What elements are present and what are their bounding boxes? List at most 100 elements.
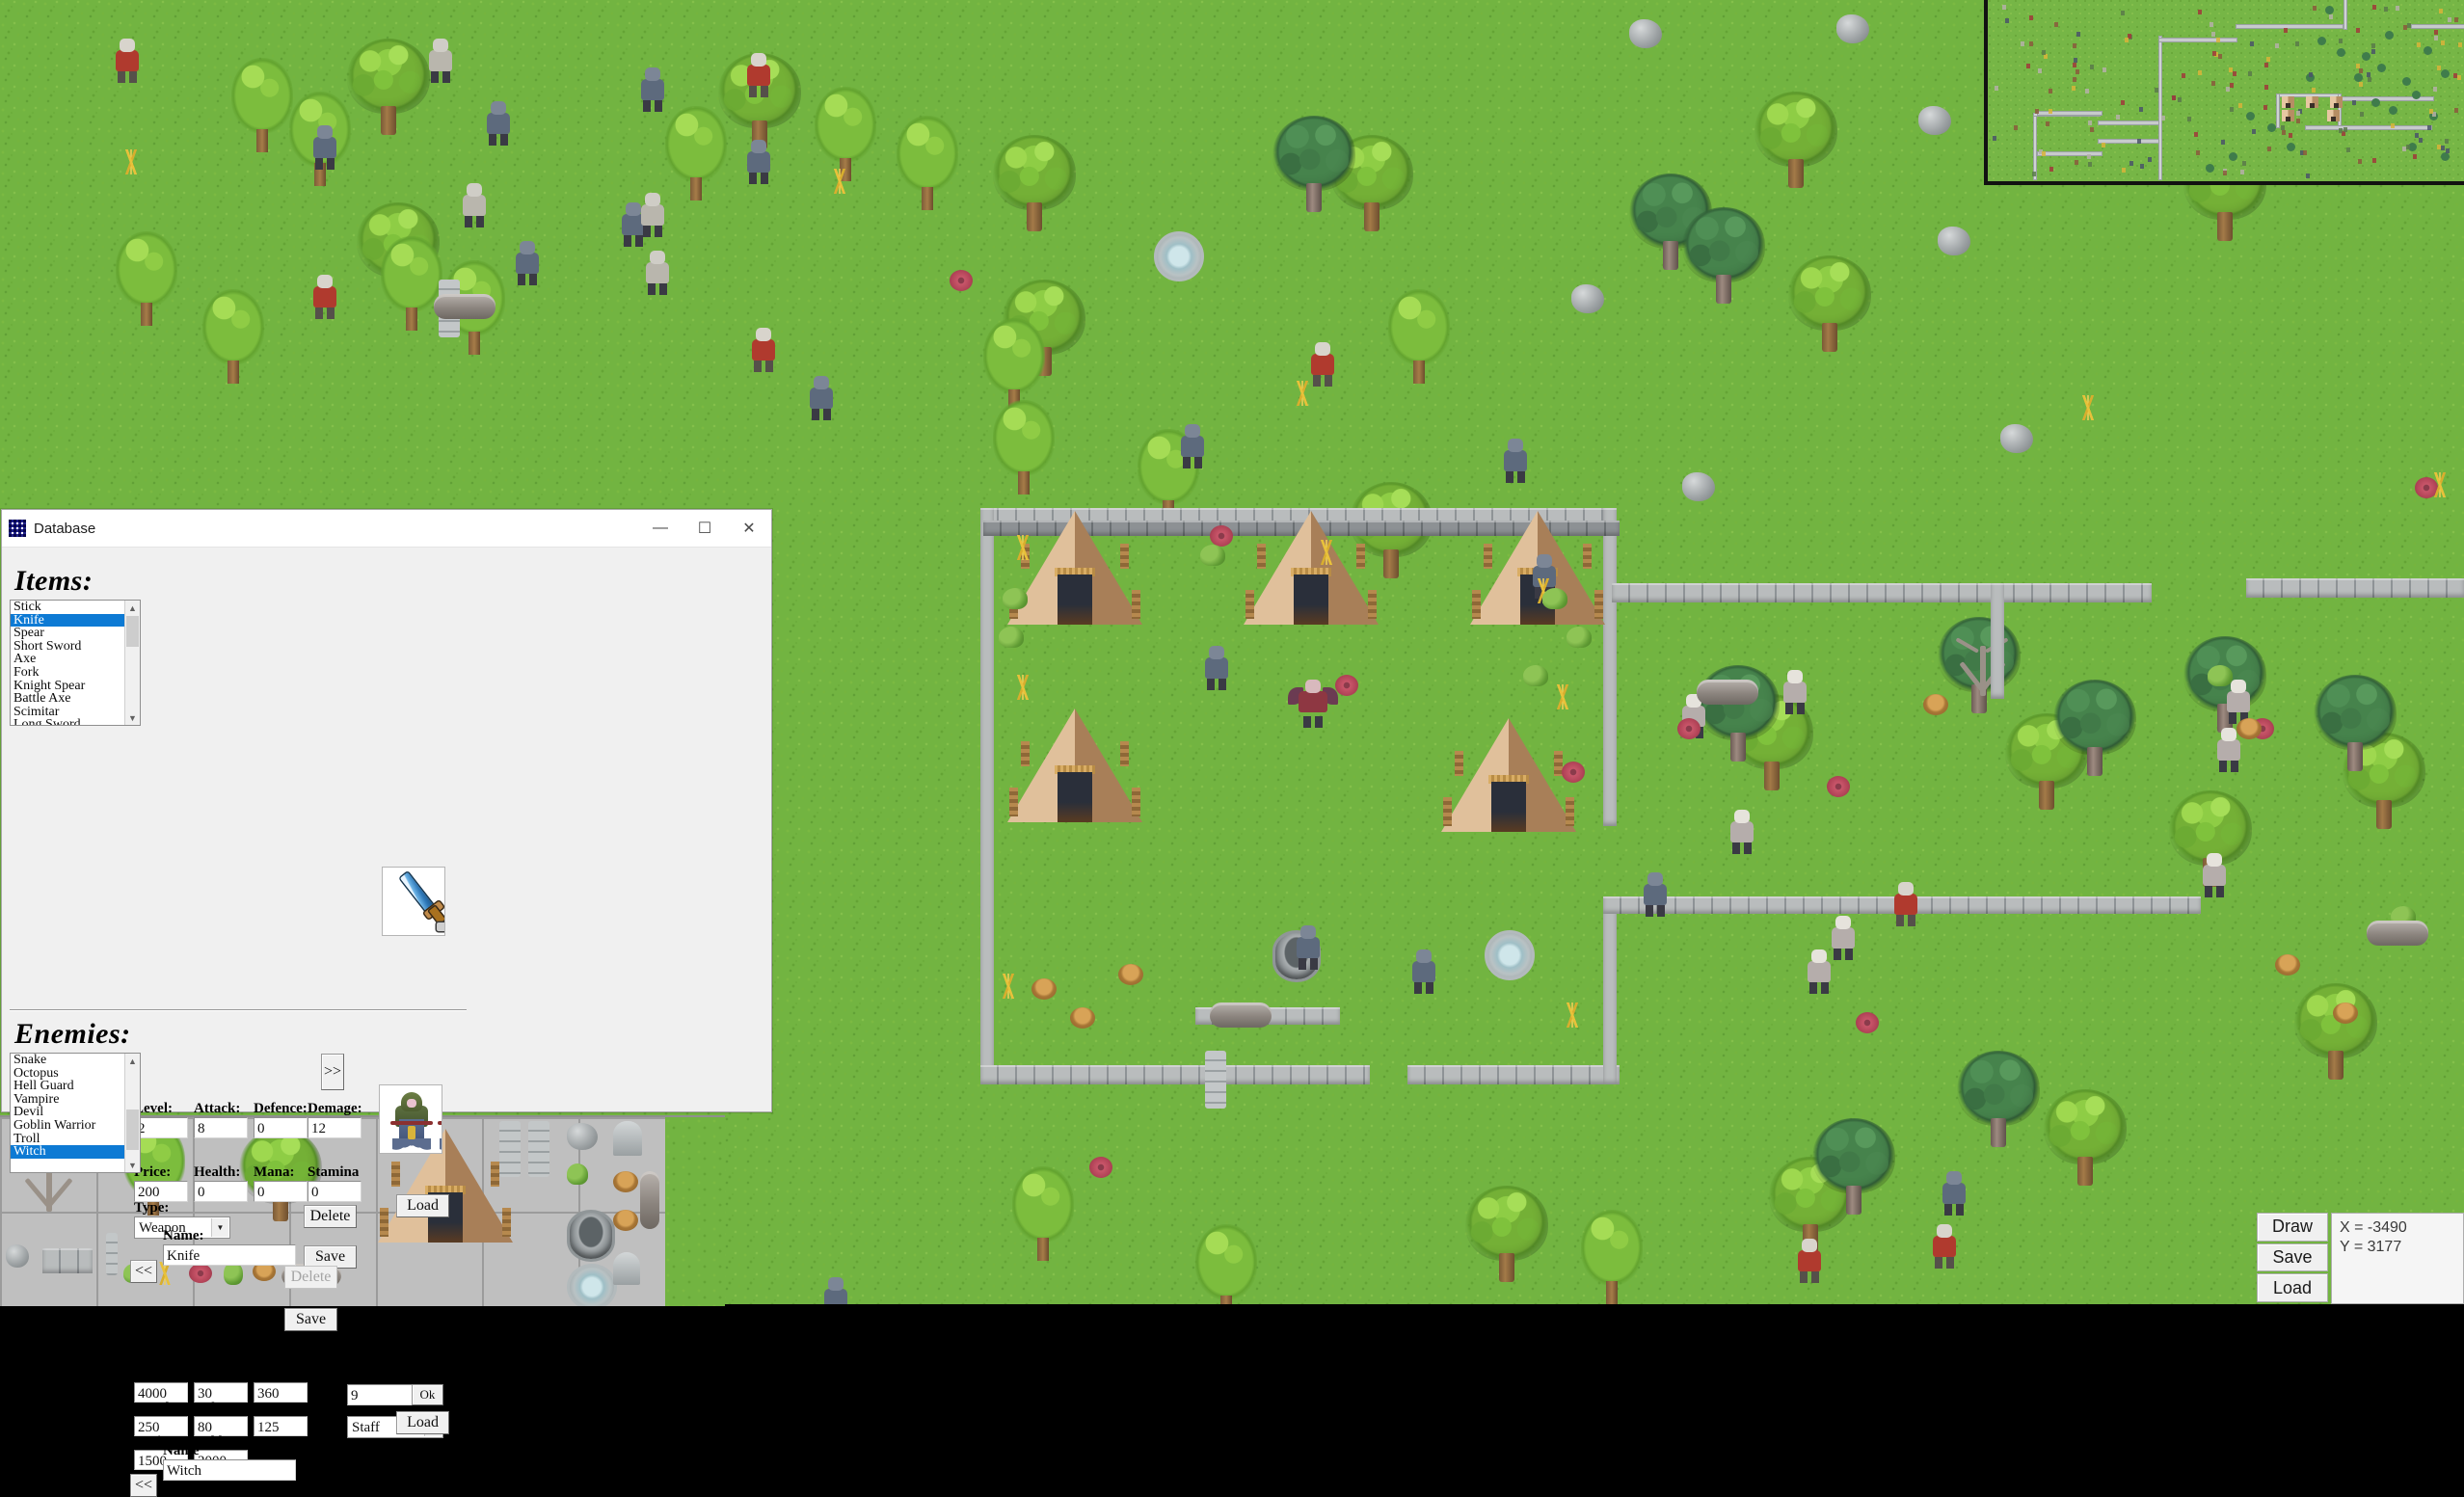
scroll-down-icon[interactable]: ▼ [125,1158,140,1172]
minimap-unit-dot [2329,14,2333,19]
enemy-delete-button[interactable]: Delete [284,1266,337,1289]
palette-tile-small-bush[interactable] [567,1163,588,1185]
drop-rate-input[interactable]: 9 [347,1384,419,1405]
minimap-unit-dot [2137,139,2141,144]
minimap-unit-dot [2306,174,2310,178]
scroll-up-icon[interactable]: ▲ [125,1054,140,1068]
minimap-unit-dot [2054,22,2058,27]
scroll-up-icon[interactable]: ▲ [125,601,140,615]
scrollbar-thumb[interactable] [126,616,139,647]
items-list-item[interactable]: Spear [11,627,140,640]
palette-tile-brick-wall[interactable] [42,1248,93,1273]
stump-object [1118,964,1143,985]
minimize-button[interactable]: — [638,510,683,547]
tree-object [2044,1089,2127,1186]
item-stat-input[interactable]: 2 [134,1117,188,1138]
map-editor-controls[interactable]: Draw Save Load X = -3490 Y = 3177 [2257,1213,2464,1304]
scrollbar-thumb[interactable] [126,1109,139,1150]
enemies-list-item[interactable]: Troll [11,1133,140,1146]
enemy-prev-button[interactable]: << [130,1474,157,1497]
items-listbox[interactable]: Stick Knife Spear Short Sword Axe Fork Knight … [10,600,141,726]
draw-button[interactable]: Draw [2257,1213,2328,1242]
palette-tile-cross-grave[interactable] [613,1252,640,1285]
items-list-item[interactable]: Long Sword [11,718,140,726]
items-list-item[interactable]: Axe [11,653,140,666]
item-name-label: Name: [163,1228,203,1244]
palette-tile-rock[interactable] [567,1123,598,1150]
item-stat-input[interactable]: 0 [254,1117,308,1138]
enemies-list-item[interactable]: Octopus [11,1067,140,1081]
enemies-list-item[interactable]: Hell Guard [11,1080,140,1093]
enemies-list-item[interactable]: Vampire [11,1093,140,1107]
palette-tile-stone-round[interactable] [6,1244,29,1268]
item-stat-input[interactable]: 0 [194,1181,248,1202]
close-button[interactable]: ✕ [727,510,771,547]
items-list-item[interactable]: Scimitar [11,706,140,719]
enemy-load-button[interactable]: Load [396,1411,449,1434]
enemies-listbox[interactable]: Snake Octopus Hell Guard Vampire Devil Goblin… [10,1053,141,1173]
item-stat-input[interactable]: 200 [134,1181,188,1202]
camp-wall-right-upper [1603,508,1617,826]
enemies-listbox-rows[interactable]: Snake Octopus Hell Guard Vampire Devil Goblin… [11,1054,140,1159]
item-prev-button[interactable]: << [130,1260,157,1283]
palette-tile-log-upright[interactable] [640,1171,659,1229]
enemy-stat-input[interactable]: 360 [254,1382,308,1403]
palette-tile-stump[interactable] [613,1171,638,1192]
window-title-bar[interactable]: Database — ☐ ✕ [2,510,771,548]
drop-rate-ok-button[interactable]: Ok [412,1384,443,1405]
palette-tile-wall-column[interactable] [106,1233,118,1275]
palette-tile-well[interactable] [567,1210,615,1262]
enemies-list-item[interactable]: Witch [11,1145,140,1159]
item-stat-input[interactable]: 0 [308,1181,362,1202]
enemy-stat-input[interactable]: 4000 [134,1382,188,1403]
item-stat-input[interactable]: 0 [254,1181,308,1202]
item-stat-input[interactable]: 12 [308,1117,362,1138]
palette-tile-gravestone[interactable] [613,1121,642,1156]
palette-tile-pillar[interactable] [499,1121,521,1177]
items-list-item[interactable]: Short Sword [11,640,140,654]
minimap-panel[interactable] [1984,0,2464,185]
scroll-down-icon[interactable]: ▼ [125,710,140,725]
item-load-button[interactable]: Load [396,1194,449,1217]
items-list-item[interactable]: Stick [11,601,140,614]
minimap-unit-dot [2139,107,2143,112]
enemy-stat-input[interactable]: 125 [254,1416,308,1436]
item-delete-button[interactable]: Delete [304,1205,357,1228]
enemy-stat-input[interactable]: 80 [194,1416,248,1436]
database-window[interactable]: Database — ☐ ✕ Items: Stick Knife Spear Sho… [1,509,772,1112]
items-listbox-rows[interactable]: Stick Knife Spear Short Sword Axe Fork Knight … [11,601,140,726]
enemy-name-input[interactable]: Witch [163,1459,296,1481]
map-load-button[interactable]: Load [2257,1273,2328,1302]
enemy-forward-button[interactable]: >> [321,1054,344,1090]
enemies-listbox-scrollbar[interactable]: ▲ ▼ [124,1054,140,1172]
enemy-stat-input[interactable]: 30 [194,1382,248,1403]
minimap-unit-dot [2085,89,2089,94]
enemies-list-item[interactable]: Goblin Warrior [11,1119,140,1133]
dark-tree-object [1272,116,1355,212]
enemies-list-item[interactable]: Devil [11,1106,140,1119]
item-stat-input[interactable]: 8 [194,1117,248,1138]
minimap-unit-dot [2032,172,2036,176]
enemy-save-button[interactable]: Save [284,1308,337,1331]
maximize-button[interactable]: ☐ [683,510,727,547]
minimap-unit-dot [2230,107,2234,112]
items-list-item[interactable]: Knife [11,614,140,628]
items-list-item[interactable]: Fork [11,666,140,680]
item-name-input[interactable]: Knife [163,1244,296,1266]
minimap-unit-dot [2402,147,2406,151]
pine-tree-object [815,87,876,181]
items-list-item[interactable]: Knight Spear [11,680,140,693]
minimap-unit-dot [2343,127,2347,132]
palette-tile-fountain[interactable] [567,1264,617,1306]
minimap-unit-dot [2212,51,2216,56]
items-listbox-scrollbar[interactable]: ▲ ▼ [124,601,140,725]
enemy-stat-input[interactable]: 250 [134,1416,188,1436]
palette-tile-stump[interactable] [613,1210,638,1231]
enemies-list-item[interactable]: Snake [11,1054,140,1067]
palette-tile-grass[interactable] [665,1117,725,1306]
map-save-button[interactable]: Save [2257,1243,2328,1272]
items-list-item[interactable]: Battle Axe [11,692,140,706]
palette-tile-pillar-green[interactable] [528,1121,549,1177]
palette-tile-flower[interactable] [189,1264,212,1283]
chevron-down-icon[interactable]: ▼ [211,1218,228,1237]
